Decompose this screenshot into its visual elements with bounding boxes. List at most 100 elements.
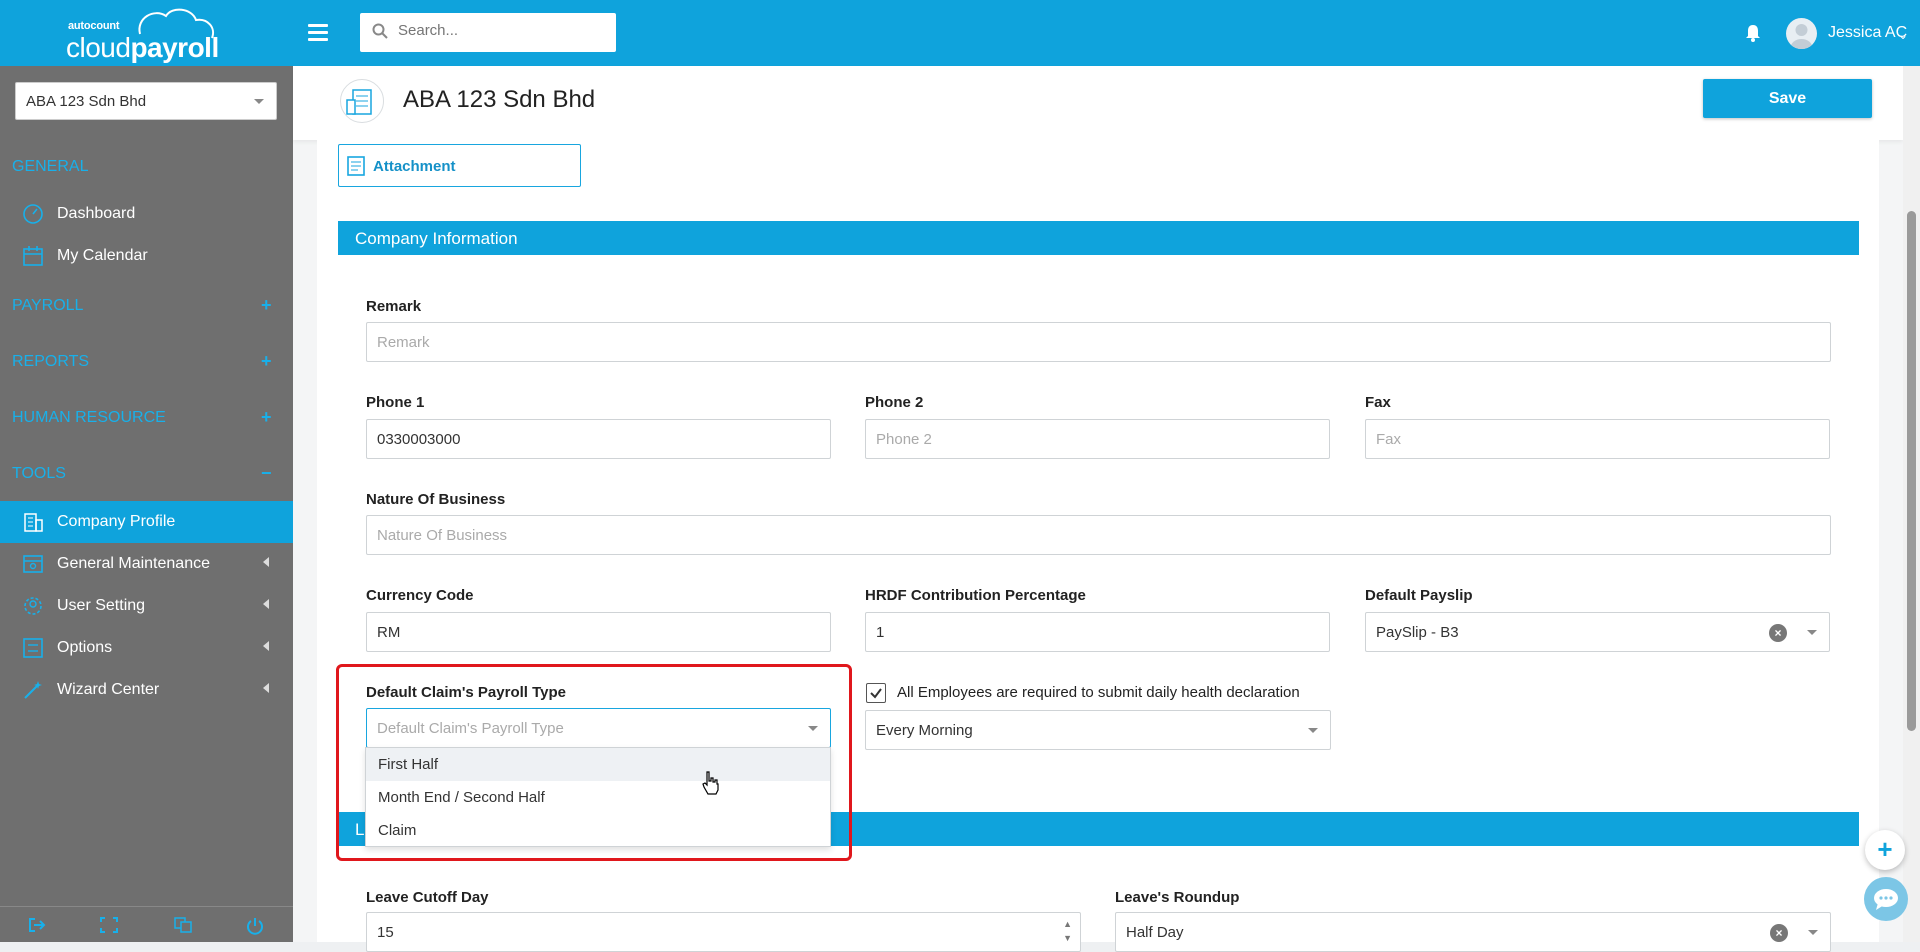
fullscreen-icon[interactable]	[100, 917, 118, 937]
leave-roundup-value: Half Day	[1126, 924, 1184, 941]
search-box[interactable]	[360, 13, 616, 52]
phone2-placeholder: Phone 2	[876, 431, 932, 448]
sidebar-item-wizard-center[interactable]: Wizard Center	[0, 669, 293, 711]
health-frequency-select[interactable]: Every Morning	[865, 710, 1331, 750]
fax-placeholder: Fax	[1376, 431, 1402, 448]
attachment-label: Attachment	[373, 158, 456, 175]
company-selector-value: ABA 123 Sdn Bhd	[26, 93, 147, 110]
sidebar-item-general-maintenance[interactable]: General Maintenance	[0, 543, 293, 585]
hrdf-label: HRDF Contribution Percentage	[865, 587, 1086, 604]
health-declaration-checkbox[interactable]	[866, 683, 886, 703]
maintenance-window-icon	[23, 555, 43, 573]
user-gear-icon	[24, 597, 42, 615]
caret-down-icon[interactable]	[1308, 728, 1318, 733]
nature-of-business-label: Nature Of Business	[366, 491, 506, 508]
currency-code-label: Currency Code	[366, 587, 474, 604]
phone1-field[interactable]: 0330003000	[366, 419, 831, 459]
section-title: Company Information	[355, 229, 518, 248]
fax-label: Fax	[1365, 394, 1391, 411]
sidebar-section-general[interactable]: GENERAL	[12, 158, 88, 176]
sidebar-item-label: Company Profile	[57, 513, 176, 530]
leave-cutoff-label: Leave Cutoff Day	[366, 889, 489, 906]
expand-plus-icon[interactable]: +	[261, 351, 272, 372]
menu-toggle-icon[interactable]	[308, 24, 328, 42]
phone2-field[interactable]: Phone 2	[865, 419, 1330, 459]
chevron-left-icon	[263, 599, 269, 609]
scrollbar-thumb[interactable]	[1907, 211, 1916, 731]
page-title: ABA 123 Sdn Bhd	[403, 86, 596, 113]
sidebar-item-label: Options	[57, 639, 113, 656]
section-company-information: Company Information	[338, 221, 1859, 255]
expand-plus-icon[interactable]: +	[261, 407, 272, 428]
phone2-label: Phone 2	[865, 394, 924, 411]
bell-icon[interactable]	[1745, 24, 1761, 42]
default-payslip-value: PaySlip - B3	[1376, 624, 1459, 641]
chevron-left-icon	[263, 641, 269, 651]
number-spinner-icon[interactable]: ▲ ▼	[1063, 917, 1072, 945]
clear-icon[interactable]: ×	[1770, 924, 1788, 942]
caret-down-icon[interactable]	[1807, 630, 1817, 635]
building-icon	[24, 513, 43, 532]
default-payslip-select[interactable]: PaySlip - B3 ×	[1365, 612, 1830, 652]
checkmark-icon	[870, 688, 882, 699]
sidebar-item-label: Dashboard	[57, 205, 136, 222]
search-input[interactable]	[398, 22, 598, 39]
page-header: ABA 123 Sdn Bhd Save	[293, 66, 1903, 140]
caret-down-icon[interactable]	[1808, 930, 1818, 935]
sidebar-item-user-setting[interactable]: User Setting	[0, 585, 293, 627]
company-selector[interactable]: ABA 123 Sdn Bhd	[15, 82, 277, 120]
sidebar-section-human-resource[interactable]: HUMAN RESOURCE	[12, 409, 166, 427]
chat-bubble-button[interactable]	[1864, 877, 1908, 921]
sidebar-item-options[interactable]: Options	[0, 627, 293, 669]
user-name[interactable]: Jessica AC	[1828, 24, 1907, 42]
hrdf-field[interactable]: 1	[865, 612, 1330, 652]
currency-code-field[interactable]: RM	[366, 612, 831, 652]
save-button[interactable]: Save	[1703, 79, 1872, 118]
leave-roundup-select[interactable]: Half Day ×	[1115, 912, 1831, 952]
remark-placeholder: Remark	[377, 334, 430, 351]
translate-icon[interactable]	[174, 917, 192, 937]
fax-field[interactable]: Fax	[1365, 419, 1830, 459]
calendar-icon	[23, 246, 43, 266]
attachment-button[interactable]: Attachment	[338, 144, 581, 187]
phone1-label: Phone 1	[366, 394, 425, 411]
logo-small-text: autocount	[68, 20, 120, 32]
leave-cutoff-field[interactable]: 15 ▲ ▼	[366, 912, 1081, 952]
sidebar-footer	[0, 906, 293, 942]
leave-cutoff-value: 15	[377, 924, 394, 941]
clear-icon[interactable]: ×	[1769, 624, 1787, 642]
highlight-box	[336, 664, 852, 861]
sidebar-item-label: Wizard Center	[57, 681, 160, 698]
sidebar: ABA 123 Sdn Bhd GENERAL Dashboard My Cal…	[0, 66, 293, 942]
search-icon	[372, 23, 388, 39]
sidebar-item-company-profile[interactable]: Company Profile	[0, 501, 293, 543]
page-scrollbar[interactable]	[1903, 66, 1920, 942]
logo-text: cloudpayroll	[66, 32, 219, 63]
company-document-icon	[340, 79, 384, 123]
chevron-left-icon	[263, 557, 269, 567]
phone1-value: 0330003000	[377, 431, 461, 448]
remark-field[interactable]: Remark	[366, 322, 1831, 362]
sidebar-item-my-calendar[interactable]: My Calendar	[0, 235, 293, 277]
wizard-wand-icon	[24, 681, 42, 699]
sidebar-section-reports[interactable]: REPORTS	[12, 353, 89, 371]
sidebar-section-tools[interactable]: TOOLS	[12, 465, 66, 483]
sidebar-item-label: My Calendar	[57, 247, 148, 264]
avatar[interactable]	[1786, 18, 1817, 49]
logout-icon[interactable]	[28, 917, 46, 937]
collapse-minus-icon[interactable]: −	[261, 463, 272, 484]
top-bar: autocount cloudpayroll Jessica AC ⌄	[0, 0, 1920, 66]
dashboard-gauge-icon	[23, 204, 43, 224]
chevron-down-icon[interactable]: ⌄	[1898, 28, 1908, 42]
app-logo[interactable]: autocount cloudpayroll	[64, 6, 234, 63]
health-frequency-value: Every Morning	[876, 722, 973, 739]
leave-roundup-label: Leave's Roundup	[1115, 889, 1240, 906]
sidebar-item-dashboard[interactable]: Dashboard	[0, 193, 293, 235]
sidebar-section-payroll[interactable]: PAYROLL	[12, 297, 83, 315]
add-plus-button[interactable]: +	[1865, 830, 1905, 870]
expand-plus-icon[interactable]: +	[261, 295, 272, 316]
chevron-left-icon	[263, 683, 269, 693]
nature-of-business-field[interactable]: Nature Of Business	[366, 515, 1831, 555]
power-icon[interactable]	[246, 917, 264, 939]
options-list-icon	[23, 638, 43, 658]
